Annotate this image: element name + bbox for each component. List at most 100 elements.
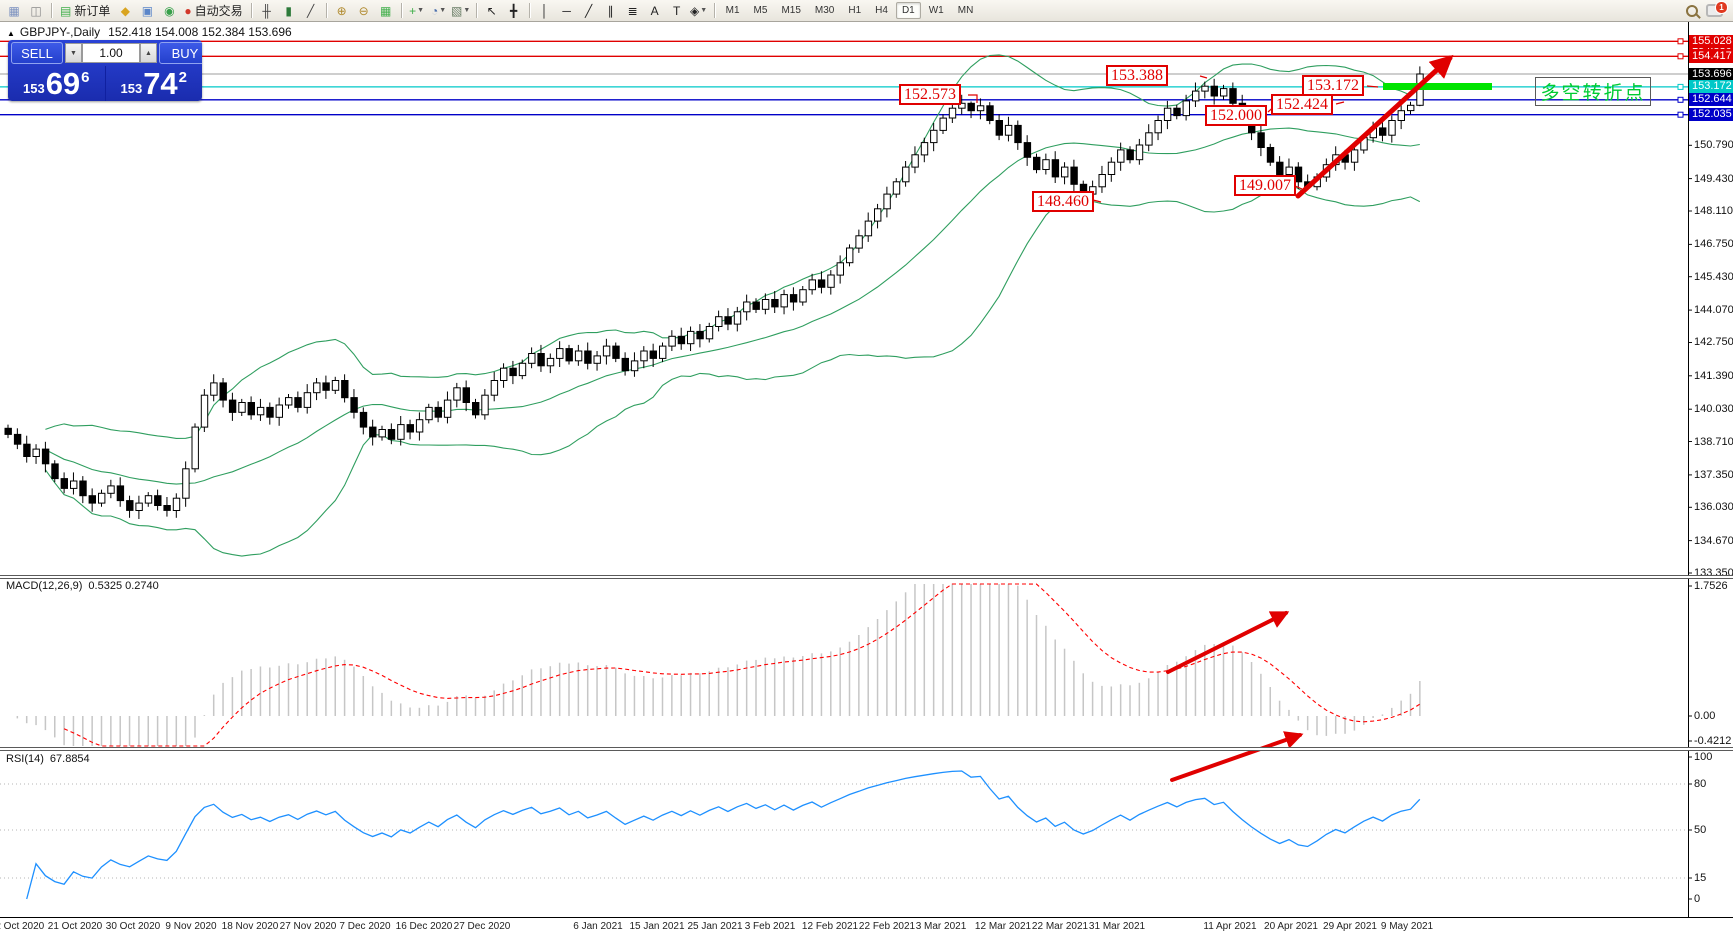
timeframe-button-h4[interactable]: H4 bbox=[869, 2, 894, 19]
price-callout[interactable]: 149.007 bbox=[1234, 175, 1296, 196]
line-anchor-handle[interactable] bbox=[1678, 54, 1683, 59]
line-anchor-handle[interactable] bbox=[1678, 84, 1683, 89]
macd-histogram bbox=[8, 584, 1420, 746]
new-chart-icon-dropdown[interactable]: ▼ bbox=[417, 7, 424, 14]
collapse-icon[interactable]: ▲ bbox=[7, 29, 15, 38]
shapes-icon[interactable]: ◈▼ bbox=[689, 2, 709, 20]
horizontal-line-icon[interactable]: ─ bbox=[557, 2, 577, 20]
price-callout[interactable]: 152.424 bbox=[1271, 94, 1333, 115]
price-callout[interactable]: 148.460 bbox=[1032, 191, 1094, 212]
vertical-line-icon[interactable]: │ bbox=[535, 2, 555, 20]
price-axis-tick-label: 150.790 bbox=[1694, 139, 1733, 151]
text-icon[interactable]: A bbox=[645, 2, 665, 20]
profiles-icon[interactable]: ◔▼ bbox=[429, 2, 449, 20]
price-axis-tick-label: 149.430 bbox=[1694, 173, 1733, 185]
buy-price[interactable]: 153 74 2 bbox=[106, 66, 203, 101]
profiles-icon-dropdown[interactable]: ▼ bbox=[439, 7, 446, 14]
timeframe-button-h1[interactable]: H1 bbox=[842, 2, 867, 19]
time-axis-label: 12 Oct 2020 bbox=[0, 921, 44, 932]
price-axis-tick-label: 145.430 bbox=[1694, 271, 1733, 283]
trendline-icon[interactable]: ╱ bbox=[579, 2, 599, 20]
price-callout[interactable]: 152.000 bbox=[1205, 105, 1267, 126]
channel-icon[interactable]: ∥ bbox=[601, 2, 621, 20]
autotrading-button-icon: ● bbox=[184, 4, 191, 18]
autotrading-button[interactable]: ●自动交易 bbox=[181, 2, 245, 20]
time-axis-label: 3 Mar 2021 bbox=[916, 921, 967, 932]
community-icon[interactable]: ▣ bbox=[137, 2, 157, 20]
support-zone-rect[interactable] bbox=[1383, 83, 1492, 90]
label-icon[interactable]: T bbox=[667, 2, 687, 20]
price-callout[interactable]: 153.172 bbox=[1302, 75, 1364, 96]
time-axis-label: 12 Mar 2021 bbox=[975, 921, 1031, 932]
timeframe-button-m1[interactable]: M1 bbox=[720, 2, 746, 19]
price-axis-tick-label: 138.710 bbox=[1694, 436, 1733, 448]
macd-rsi-separator[interactable] bbox=[0, 747, 1733, 751]
bar-chart-icon[interactable]: ╫ bbox=[257, 2, 277, 20]
time-axis-label: 11 Apr 2021 bbox=[1203, 921, 1256, 932]
price-axis-border bbox=[1688, 22, 1689, 918]
callout-connector bbox=[1367, 86, 1378, 87]
price-callout[interactable]: 153.388 bbox=[1106, 65, 1168, 86]
line-anchor-handle[interactable] bbox=[1678, 112, 1683, 117]
sell-price[interactable]: 153 69 6 bbox=[8, 66, 106, 101]
timeframe-button-m15[interactable]: M15 bbox=[775, 2, 806, 19]
zoom-out-icon[interactable]: ⊖ bbox=[354, 2, 374, 20]
horizontal-price-lines[interactable] bbox=[0, 41, 1688, 114]
rsi-indicator-label: RSI(14)67.8854 bbox=[6, 753, 90, 765]
rsi-level-lines bbox=[0, 784, 1688, 878]
new-chart-icon[interactable]: +▼ bbox=[407, 2, 427, 20]
timeframe-button-d1[interactable]: D1 bbox=[896, 2, 921, 19]
trend-arrow-macd[interactable] bbox=[1168, 613, 1286, 672]
candlestick-chart-icon[interactable]: ▮ bbox=[279, 2, 299, 20]
time-axis-label: 27 Dec 2020 bbox=[454, 921, 511, 932]
volume-decrease-button[interactable]: ▼ bbox=[65, 43, 82, 63]
volume-input[interactable] bbox=[82, 43, 140, 63]
callout-connector bbox=[1200, 76, 1207, 78]
time-axis-label: 12 Feb 2021 bbox=[802, 921, 858, 932]
tile-windows-icon[interactable]: ▦ bbox=[376, 2, 396, 20]
toolbar-separator bbox=[529, 3, 530, 18]
price-axis-tick-label: 146.750 bbox=[1694, 238, 1733, 250]
templates-icon[interactable]: ▧▼ bbox=[451, 2, 471, 20]
time-axis-label: 3 Feb 2021 bbox=[745, 921, 796, 932]
price-callout[interactable]: 152.573 bbox=[899, 84, 961, 105]
gold-icon[interactable]: ◆ bbox=[115, 2, 135, 20]
main-macd-separator[interactable] bbox=[0, 575, 1733, 579]
time-axis-label: 29 Apr 2021 bbox=[1323, 921, 1377, 932]
timeframe-button-mn[interactable]: MN bbox=[952, 2, 980, 19]
new-order-button-icon: ▤ bbox=[60, 4, 71, 18]
chat-icon[interactable]: 1 bbox=[1706, 2, 1729, 20]
sell-button[interactable]: SELL bbox=[11, 42, 63, 64]
price-axis-tick-label: 144.070 bbox=[1694, 304, 1733, 316]
timeframe-button-m5[interactable]: M5 bbox=[748, 2, 774, 19]
timeframe-button-w1[interactable]: W1 bbox=[923, 2, 950, 19]
trend-arrow-rsi[interactable] bbox=[1172, 735, 1300, 780]
macd-scale-label: 1.7526 bbox=[1694, 580, 1728, 592]
fibonacci-icon[interactable]: ≣ bbox=[623, 2, 643, 20]
timeframe-button-m30[interactable]: M30 bbox=[809, 2, 840, 19]
callout-connector bbox=[968, 95, 977, 103]
cursor-icon[interactable]: ↖ bbox=[482, 2, 502, 20]
volume-increase-button[interactable]: ▲ bbox=[140, 43, 157, 63]
data-window-icon[interactable]: ◫ bbox=[26, 2, 46, 20]
crosshair-icon[interactable]: ╋ bbox=[504, 2, 524, 20]
toolbar-separator bbox=[326, 3, 327, 18]
shapes-icon-dropdown[interactable]: ▼ bbox=[700, 7, 707, 14]
annotation-text-box[interactable]: 多空转折点 bbox=[1535, 77, 1651, 106]
price-axis-tick-label: 148.110 bbox=[1694, 205, 1733, 217]
chart-window-icon[interactable]: ▦ bbox=[4, 2, 24, 20]
signals-icon[interactable]: ◉ bbox=[159, 2, 179, 20]
zoom-in-icon[interactable]: ⊕ bbox=[332, 2, 352, 20]
line-anchor-handle[interactable] bbox=[1678, 97, 1683, 102]
line-chart-icon[interactable]: ╱ bbox=[301, 2, 321, 20]
chart-title: ▲ GBPJPY-,Daily 152.418 154.008 152.384 15… bbox=[7, 25, 292, 39]
symbol-period-label: GBPJPY-,Daily bbox=[20, 25, 100, 39]
line-anchor-handle[interactable] bbox=[1678, 39, 1683, 44]
templates-icon-dropdown[interactable]: ▼ bbox=[463, 7, 470, 14]
ohlc-values: 152.418 154.008 152.384 153.696 bbox=[108, 25, 292, 39]
search-icon[interactable] bbox=[1684, 2, 1704, 20]
price-line-axis-label: 153.172 bbox=[1689, 80, 1733, 93]
price-line-axis-label: 152.644 bbox=[1689, 93, 1733, 106]
new-order-button[interactable]: ▤新订单 bbox=[57, 2, 113, 20]
buy-button[interactable]: BUY bbox=[159, 42, 202, 64]
